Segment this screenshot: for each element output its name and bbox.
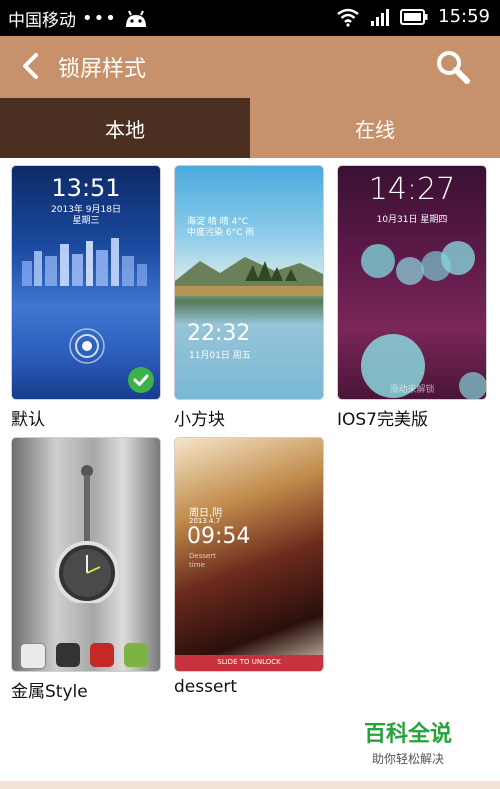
theme-thumbnail: 海淀 晴 晴 4°C 中度污染 6°C 雨 22:32 11月01日 周五 [174, 165, 324, 400]
tab-local-label: 本地 [105, 117, 145, 142]
dock-icons [20, 643, 148, 669]
preview-time: 09:54 [187, 524, 251, 549]
preview-time: 13:51 [51, 174, 121, 202]
clock: 15:59 [438, 6, 490, 27]
tab-online[interactable]: 在线 [250, 98, 500, 158]
back-arrow-icon[interactable] [16, 51, 46, 81]
theme-label: 小方块 [174, 410, 225, 430]
status-left: 中国移动 ••• [8, 6, 149, 31]
bokeh-circles-graphic [361, 241, 486, 399]
status-bar: 中国移动 ••• 15:59 [0, 0, 500, 36]
theme-label: dessert [174, 677, 238, 697]
phone-icon [20, 643, 46, 669]
theme-thumbnail: 周日,阴 2013.4.7 09:54 Dessert time SLIDE T… [174, 437, 324, 672]
theme-label: 金属Style [11, 682, 88, 702]
status-right: 15:59 [336, 6, 490, 27]
theme-card-default[interactable]: 13:51 2013年 9月18日 星期三 默认 [11, 165, 161, 430]
preview-pollution: 中度污染 6°C 雨 [187, 228, 255, 238]
bottom-divider [0, 781, 500, 789]
music-icon [90, 643, 114, 667]
battery-icon [400, 8, 428, 25]
unlock-ring-icon [69, 328, 105, 364]
preview-unlock-hint: 滑动来解锁 [389, 385, 435, 395]
theme-card-dessert[interactable]: 周日,阴 2013.4.7 09:54 Dessert time SLIDE T… [174, 437, 324, 697]
status-dots: ••• [82, 8, 117, 29]
tab-bar: 本地 在线 [0, 98, 500, 158]
theme-card-ios7[interactable]: 14:27 10月31日 星期四 滑动来解锁 IOS7完美版 [337, 165, 487, 430]
tab-online-label: 在线 [355, 117, 395, 142]
preview-unlock-text: SLIDE TO UNLOCK [217, 658, 281, 666]
watermark-main: 百科全说 [364, 722, 453, 747]
app-header: 锁屏样式 [0, 36, 500, 98]
theme-card-small-blocks[interactable]: 海淀 晴 晴 4°C 中度污染 6°C 雨 22:32 11月01日 周五 小方… [174, 165, 324, 430]
watermark-sub: 助你轻松解决 [372, 752, 445, 766]
signal-icon [371, 8, 390, 26]
preview-sub2: time [189, 561, 205, 569]
theme-thumbnail [11, 437, 161, 672]
preview-time: 14:27 [368, 172, 456, 207]
android-app-icon [124, 643, 148, 667]
theme-thumbnail: 13:51 2013年 9月18日 星期三 [11, 165, 161, 400]
watermark-logo: 百科全说 助你轻松解决 [364, 716, 452, 767]
carrier-name: 中国移动 [8, 11, 76, 31]
mountain-lake-graphic [175, 257, 323, 296]
preview-weekday: 星期三 [72, 216, 100, 226]
theme-thumbnail: 14:27 10月31日 星期四 滑动来解锁 [337, 165, 487, 400]
city-skyline-graphic [22, 238, 147, 286]
preview-sub1: Dessert [189, 552, 216, 560]
camera-icon [56, 643, 80, 667]
wifi-icon [337, 8, 359, 27]
android-icon [125, 10, 146, 27]
preview-date: 11月01日 周五 [189, 351, 251, 361]
theme-label: IOS7完美版 [337, 410, 429, 430]
search-icon[interactable] [434, 48, 472, 86]
page-title: 锁屏样式 [58, 57, 147, 82]
theme-card-metal-style[interactable]: 金属Style [11, 437, 161, 702]
preview-time: 22:32 [187, 321, 251, 346]
unlock-bar: SLIDE TO UNLOCK [175, 655, 323, 671]
selected-check-icon [128, 367, 154, 393]
tab-local[interactable]: 本地 [0, 98, 250, 158]
preview-date: 10月31日 星期四 [376, 215, 448, 225]
metal-clock-graphic [55, 465, 119, 603]
theme-label: 默认 [11, 410, 45, 430]
